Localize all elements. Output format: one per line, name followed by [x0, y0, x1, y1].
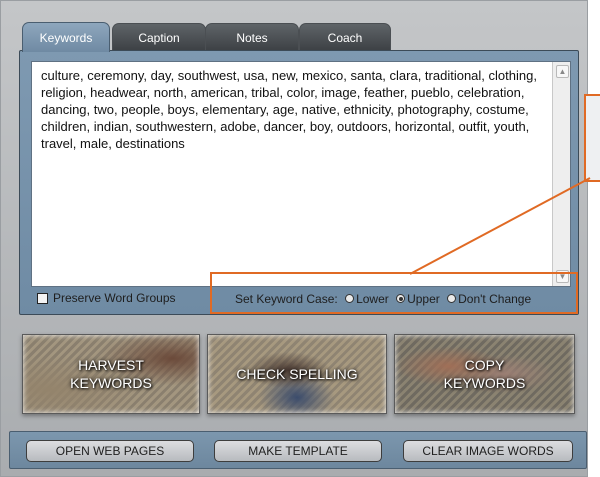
callout-target-box: [584, 94, 600, 182]
make-template-button[interactable]: MAKE TEMPLATE: [214, 440, 382, 462]
copy-keywords-button[interactable]: COPY KEYWORDS: [394, 334, 575, 414]
callout-highlight-box: [210, 272, 578, 314]
copy-keywords-label: COPY KEYWORDS: [443, 357, 526, 391]
preserve-word-groups-checkbox[interactable]: [37, 293, 48, 304]
check-spelling-button[interactable]: CHECK SPELLING: [207, 334, 387, 414]
tab-notes[interactable]: Notes: [205, 23, 299, 51]
tab-coach[interactable]: Coach: [299, 23, 391, 51]
keywords-text: culture, ceremony, day, southwest, usa, …: [41, 68, 537, 151]
vertical-scrollbar[interactable]: ▲ ▼: [552, 62, 570, 286]
bottom-toolbar: OPEN WEB PAGES MAKE TEMPLATE CLEAR IMAGE…: [9, 431, 587, 469]
check-spelling-label: CHECK SPELLING: [236, 366, 358, 382]
scroll-up-arrow-icon[interactable]: ▲: [556, 65, 569, 78]
tab-keywords[interactable]: Keywords: [22, 22, 110, 52]
tab-caption[interactable]: Caption: [112, 23, 206, 51]
preserve-word-groups-label: Preserve Word Groups: [53, 291, 176, 305]
keyword-tool-window: Keywords Caption Notes Coach culture, ce…: [0, 0, 588, 477]
harvest-keywords-label: HARVEST KEYWORDS: [70, 357, 152, 391]
keywords-textarea[interactable]: culture, ceremony, day, southwest, usa, …: [31, 61, 571, 287]
open-web-pages-button[interactable]: OPEN WEB PAGES: [26, 440, 194, 462]
clear-image-words-button[interactable]: CLEAR IMAGE WORDS: [403, 440, 573, 462]
harvest-keywords-button[interactable]: HARVEST KEYWORDS: [22, 334, 200, 414]
